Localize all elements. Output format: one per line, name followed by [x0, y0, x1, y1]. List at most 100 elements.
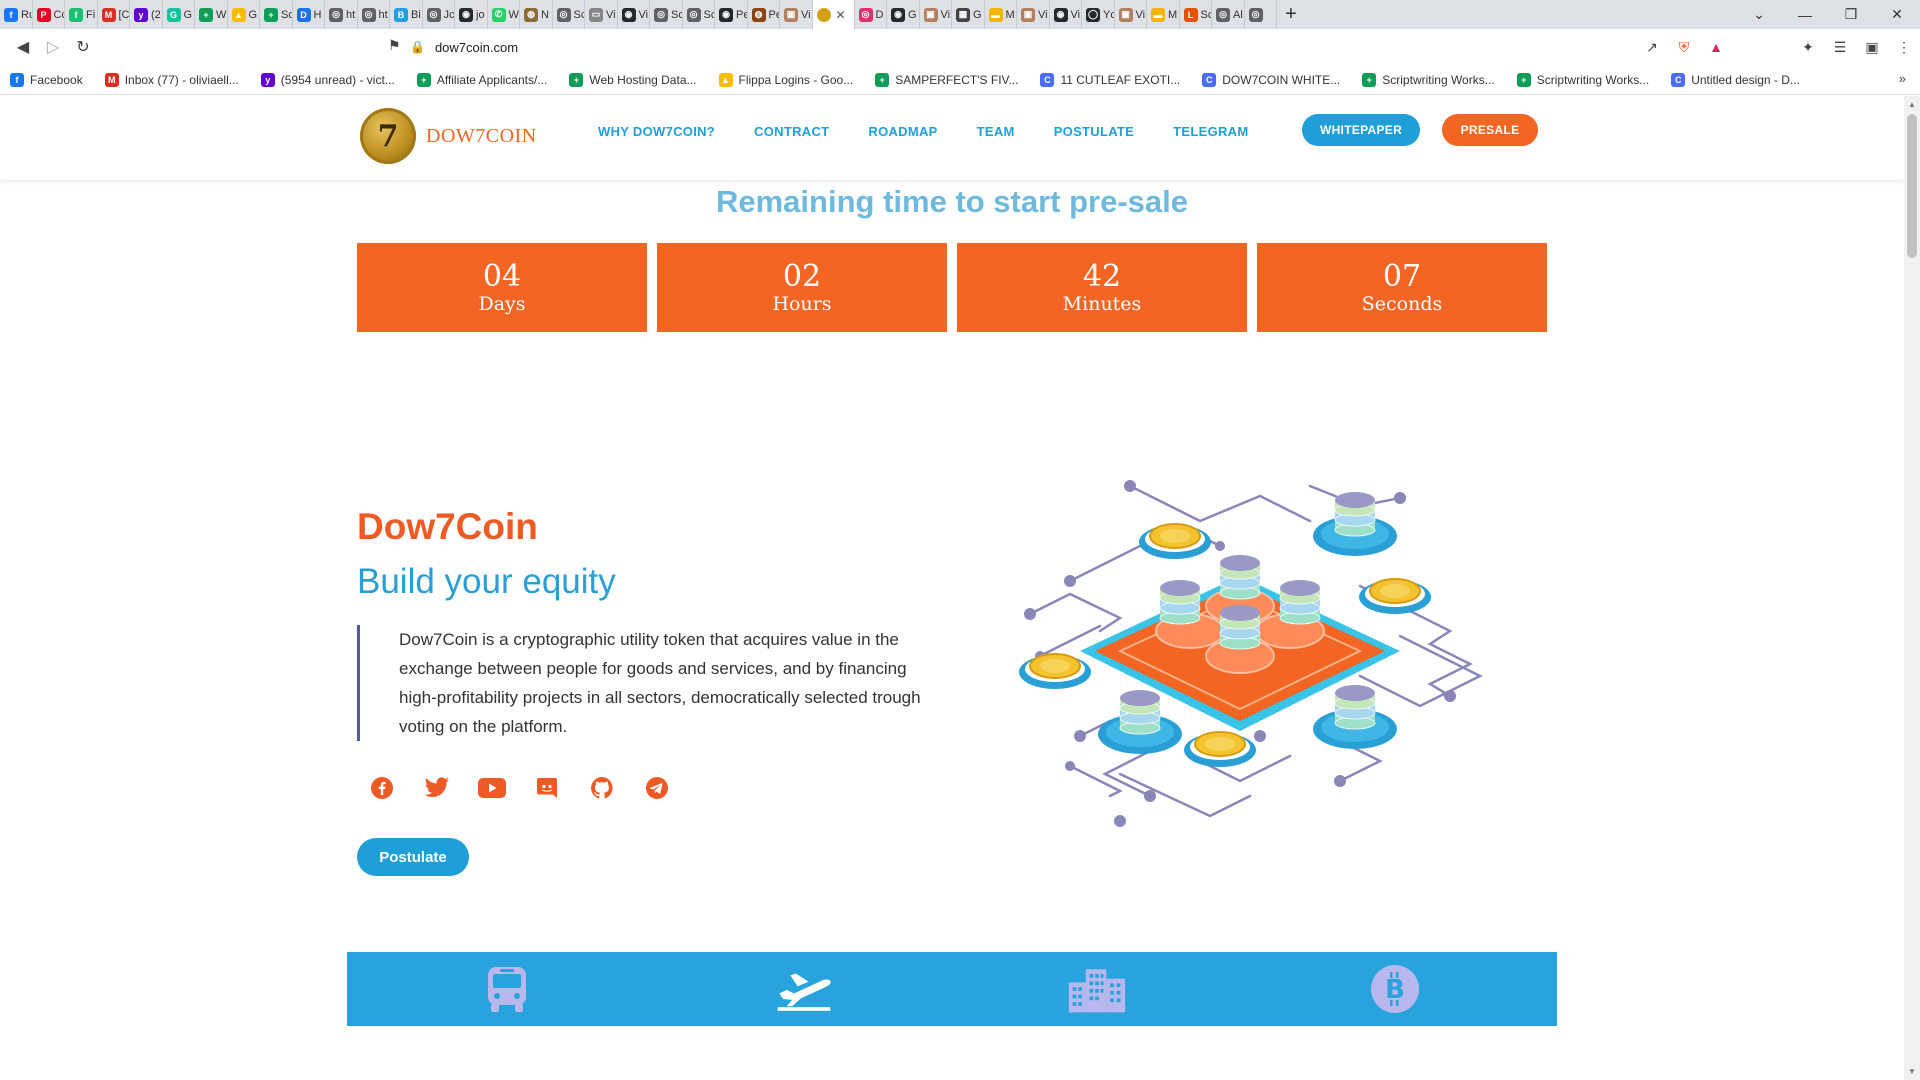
url-field[interactable]: 🔒 dow7coin.com — [410, 33, 1490, 61]
browser-tab[interactable]: ▣ Vi — [1017, 0, 1050, 29]
youtube-icon[interactable] — [478, 774, 506, 802]
minimize-icon[interactable]: — — [1782, 0, 1828, 29]
browser-tab[interactable]: ◎Sc — [553, 0, 585, 29]
browser-tab[interactable]: M [C — [98, 0, 130, 29]
browser-tab[interactable]: ▲ G — [228, 0, 260, 29]
tab-favicon-icon: ◎ — [654, 7, 668, 22]
telegram-icon[interactable] — [643, 774, 671, 802]
reload-icon[interactable]: ↻ — [68, 32, 98, 62]
reading-list-icon[interactable]: ☰ — [1824, 39, 1856, 56]
browser-tab[interactable]: LSc — [1180, 0, 1212, 29]
bookmark-item[interactable]: + Affiliate Applicants/... — [416, 72, 547, 87]
browser-tab[interactable]: ▣ Vi — [1115, 0, 1147, 29]
bookmark-item[interactable]: + Web Hosting Data... — [569, 72, 697, 87]
browser-tab[interactable]: ◎ — [1245, 0, 1277, 29]
brave-shield-icon[interactable]: ⛨ — [1668, 39, 1700, 56]
browser-tab[interactable]: DH — [293, 0, 325, 29]
nav-postulate[interactable]: POSTULATE — [1054, 124, 1134, 139]
browser-tab[interactable]: ◎Sc — [683, 0, 715, 29]
browser-tab[interactable]: ◉ G — [887, 0, 920, 29]
countdown-value: 07 — [1382, 258, 1422, 294]
countdown-unit: Seconds — [1361, 292, 1443, 315]
browser-tab[interactable]: ▣ Vi — [780, 0, 813, 29]
browser-tab[interactable]: ◎Sc — [650, 0, 683, 29]
scroll-thumb[interactable] — [1907, 114, 1917, 258]
tab-favicon-icon: D — [296, 7, 311, 22]
browser-tab[interactable]: PCc — [33, 0, 65, 29]
scroll-up-icon[interactable]: ▲ — [1908, 100, 1916, 109]
browser-tab[interactable]: ▬ M — [985, 0, 1017, 29]
browser-tab[interactable]: ◉ Vi — [1050, 0, 1082, 29]
tab-search-icon[interactable]: ⌄ — [1736, 0, 1782, 29]
brave-rewards-icon[interactable]: ▲ — [1700, 39, 1732, 55]
bookmark-item[interactable]: C Untitled design - D... — [1671, 72, 1800, 87]
browser-tab[interactable]: ◍Pe — [748, 0, 780, 29]
facebook-icon[interactable] — [368, 774, 396, 802]
tab-favicon-icon: ▦ — [956, 7, 970, 22]
browser-tab[interactable]: f Fi — [65, 0, 98, 29]
bookmark-page-icon[interactable]: ⚑ — [388, 37, 401, 54]
back-icon[interactable]: ◀ — [8, 32, 38, 62]
browser-tab[interactable]: ▣ Vi — [920, 0, 952, 29]
browser-tab[interactable]: +Sc — [260, 0, 293, 29]
extensions-icon[interactable]: ✦ — [1792, 39, 1824, 56]
close-window-icon[interactable]: ✕ — [1874, 0, 1920, 29]
new-tab-icon[interactable]: + — [1277, 0, 1305, 29]
browser-tab[interactable]: + W — [195, 0, 228, 29]
tab-title: Al — [1233, 8, 1243, 21]
presale-button[interactable]: PRESALE — [1442, 114, 1538, 146]
restore-icon[interactable]: ❐ — [1828, 0, 1874, 29]
bookmark-item[interactable]: M Inbox (77) - oliviaell... — [104, 72, 239, 87]
tab-title: H — [313, 8, 322, 21]
browser-tab-active[interactable]: ✕ — [812, 0, 855, 29]
bookmark-item[interactable]: y (5954 unread) - vict... — [260, 72, 395, 87]
browser-tab[interactable]: ◎ ht — [325, 0, 358, 29]
browser-tab[interactable]: ◯Yc — [1082, 0, 1115, 29]
close-tab-icon[interactable]: ✕ — [836, 8, 846, 22]
twitter-icon[interactable] — [423, 774, 451, 802]
browser-tab[interactable]: fRu — [0, 0, 33, 29]
bookmark-item[interactable]: C 11 CUTLEAF EXOTI... — [1040, 72, 1180, 87]
browser-tab[interactable]: ◍ N — [520, 0, 553, 29]
nav-why[interactable]: WHY DOW7COIN? — [598, 124, 715, 139]
bookmark-label: Flippa Logins - Goo... — [738, 72, 854, 87]
share-icon[interactable]: ↗ — [1636, 39, 1668, 56]
bookmark-item[interactable]: + SAMPERFECT'S FIV... — [875, 72, 1018, 87]
browser-tab[interactable]: ◉Pe — [715, 0, 748, 29]
github-icon[interactable] — [588, 774, 616, 802]
nav-team[interactable]: TEAM — [977, 124, 1015, 139]
nav-telegram[interactable]: TELEGRAM — [1173, 124, 1248, 139]
whitepaper-button[interactable]: WHITEPAPER — [1302, 114, 1420, 146]
browser-tab[interactable]: GG — [163, 0, 195, 29]
browser-tab[interactable]: ▭ Vi — [585, 0, 618, 29]
browser-tab[interactable]: ▬ M — [1147, 0, 1180, 29]
bookmark-label: Facebook — [30, 72, 83, 87]
browser-tab[interactable]: ◎ Al — [1212, 0, 1245, 29]
browser-tab[interactable]: ◎ Jc — [423, 0, 455, 29]
bookmark-item[interactable]: + Scriptwriting Works... — [1362, 72, 1495, 87]
forward-icon[interactable]: ▷ — [38, 32, 68, 62]
browser-tab[interactable]: ◎ D — [855, 0, 887, 29]
browser-tab[interactable]: ✆ W — [488, 0, 520, 29]
nav-roadmap[interactable]: ROADMAP — [868, 124, 937, 139]
browser-tab[interactable]: y (2 — [130, 0, 163, 29]
nav-contract[interactable]: CONTRACT — [754, 124, 829, 139]
scroll-down-icon[interactable]: ▼ — [1908, 1067, 1916, 1076]
browser-tab[interactable]: ▦ G — [952, 0, 985, 29]
site-logo[interactable]: 7 DOW7COIN — [360, 108, 537, 164]
postulate-button[interactable]: Postulate — [357, 838, 469, 876]
bookmark-item[interactable]: ▲ Flippa Logins - Goo... — [718, 72, 854, 87]
browser-tab[interactable]: ◎ ht — [358, 0, 390, 29]
bookmarks-overflow-icon[interactable]: » — [1899, 71, 1906, 86]
tab-title: Fi — [86, 8, 96, 21]
discord-icon[interactable] — [533, 774, 561, 802]
bookmark-item[interactable]: + Scriptwriting Works... — [1516, 72, 1649, 87]
browser-tab[interactable]: ◉ jo — [455, 0, 488, 29]
browser-tab[interactable]: B Bi — [390, 0, 423, 29]
browser-tab[interactable]: ◉ Vi — [618, 0, 650, 29]
page-scrollbar[interactable]: ▲ ▼ — [1904, 96, 1920, 1080]
menu-icon[interactable]: ⋮ — [1888, 39, 1920, 56]
bookmark-item[interactable]: f Facebook — [10, 72, 83, 87]
wallet-icon[interactable]: ▣ — [1856, 39, 1888, 56]
bookmark-item[interactable]: C DOW7COIN WHITE... — [1202, 72, 1340, 87]
